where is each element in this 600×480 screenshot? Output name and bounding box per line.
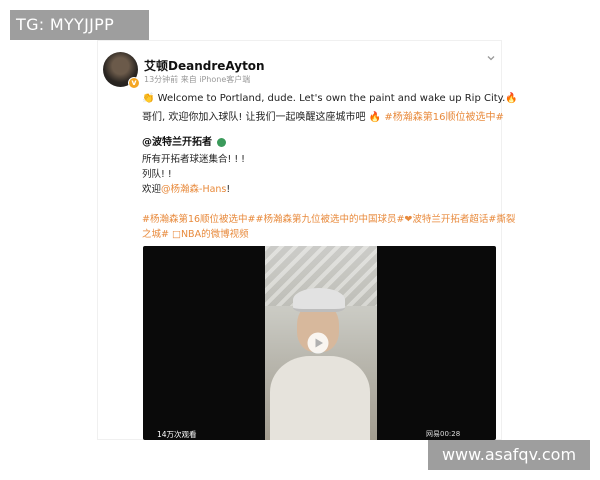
video-player[interactable]: 14万次观看 网易00:28 [143, 246, 496, 440]
watermark-bottom: www.asafqv.com [428, 440, 590, 470]
verified-badge-icon [217, 137, 227, 147]
quoted-line-3: 欢迎@杨瀚森-Hans! [142, 181, 230, 195]
welcome-suffix: ! [226, 184, 231, 195]
quoted-author-name[interactable]: @波特兰开拓者 [142, 137, 212, 148]
quoted-line-1: 所有开拓者球迷集合! ! ! [142, 154, 245, 165]
quoted-author[interactable]: @波特兰开拓者 [142, 133, 227, 148]
person-cap [293, 288, 345, 312]
watermark-top: TG: MYYJJPP [10, 10, 149, 40]
hashtag-link[interactable]: #杨瀚森第16顺位被选中# [384, 112, 503, 123]
weibo-post-card: v 艾顿DeandreAyton 13分钟前 来自 iPhone客户端 👏 We… [97, 40, 518, 440]
hashtags-line-2[interactable]: 之城# □NBA的微博视频 [142, 226, 249, 240]
mention-link[interactable]: @杨瀚森-Hans [161, 184, 226, 195]
verified-badge-icon: v [128, 77, 140, 89]
post-line-1-text: Welcome to Portland, dude. Let's own the… [157, 93, 506, 104]
clap-emoji-icon: 👏 [142, 93, 158, 104]
play-icon[interactable] [307, 332, 329, 354]
post-line-2: 哥们, 欢迎你加入球队! 让我们一起唤醒这座城市吧 🔥 #杨瀚森第16顺位被选中… [142, 108, 504, 123]
hashtags-line-1[interactable]: #杨瀚森第16顺位被选中##杨瀚森第九位被选中的中国球员#❤波特兰开拓者超话#撕… [142, 211, 515, 225]
post-author[interactable]: 艾顿DeandreAyton [144, 57, 265, 74]
chevron-down-icon[interactable] [486, 53, 496, 63]
fire-emoji-icon: 🔥 [365, 112, 385, 123]
post-line-2-text: 哥们, 欢迎你加入球队! 让我们一起唤醒这座城市吧 [142, 112, 366, 123]
video-view-count: 14万次观看 [157, 430, 197, 439]
quoted-line-2: 列队! ! [142, 169, 172, 180]
post-line-1: 👏 Welcome to Portland, dude. Let's own t… [142, 93, 518, 104]
person-figure [270, 356, 370, 440]
welcome-prefix: 欢迎 [142, 184, 162, 195]
video-source-label: 网易00:28 [426, 430, 461, 438]
post-meta: 13分钟前 来自 iPhone客户端 [144, 75, 251, 84]
fire-emoji-icon: 🔥 [505, 93, 518, 104]
